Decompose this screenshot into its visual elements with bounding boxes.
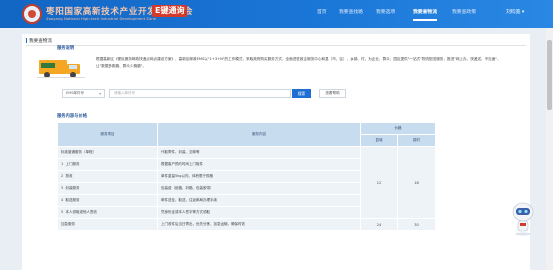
nav-policy[interactable]: 我要查政策 <box>452 8 476 15</box>
service-badge: E键通询 <box>152 5 188 17</box>
col-header-price: 价格 <box>360 122 436 135</box>
intro-text: 根据高新区《便民服务邮政快递点网点建设方案》，高新区邮政EMS以"1+3+N"的… <box>96 57 501 68</box>
table-row: 标准普通服务（单程） 代取寄件、封装、交邮等 12 18 <box>57 146 436 219</box>
row-item: 加急服务 <box>57 218 158 231</box>
row-town-price: 30 <box>397 218 436 231</box>
nav-find-road[interactable]: 我要查找路 <box>339 8 363 15</box>
row-content: 根据客户预约时间上门取件 <box>157 158 361 171</box>
row-town-price: 18 <box>397 146 436 219</box>
site-header: 枣阳国家高新技术产业开发区管委会 Zaoyang National High-t… <box>0 0 553 28</box>
tracking-type-select[interactable]: EMS邮件号 ▾ <box>62 89 105 98</box>
col-header-content: 服务内容 <box>157 122 361 147</box>
row-item: 标准普通服务（单程） <box>57 146 158 159</box>
row-content: 凭身份证或本人签字等方式领取 <box>157 206 361 219</box>
tracking-number-input[interactable]: 请输入邮件号 <box>109 89 291 98</box>
row-content: 邮件送至、取送、往返邮局办理手续 <box>157 194 361 207</box>
divider <box>26 45 526 46</box>
search-button[interactable]: 搜索 <box>292 89 311 98</box>
row-content: 单件重量5kg以内、体积限于规格 <box>157 170 361 183</box>
site-logo-icon[interactable] <box>22 4 42 24</box>
row-zone-price: 24 <box>360 218 398 231</box>
row-item: 1 上门服务 <box>57 158 158 171</box>
delivery-van-icon <box>37 60 85 78</box>
nav-home[interactable]: 首页 <box>317 8 327 15</box>
row-content: 上门收件后当日寄出，优先分拣、加急运输，确保时效 <box>157 218 361 231</box>
assistant-robot-icon[interactable] <box>510 200 536 236</box>
row-item: 5 本人领取或他人签收 <box>57 206 158 219</box>
row-content: 代取寄件、封装、交邮等 <box>157 146 361 159</box>
intro-heading: 服务说明 <box>57 46 75 51</box>
price-table: 服务项目 服务内容 价格 县城 镇村 标准普通服务（单程） 代取寄件、封装、交邮… <box>57 122 436 231</box>
row-item: 3 封装服务 <box>57 182 158 195</box>
nav-logistics[interactable]: 我要查物流 <box>413 8 437 21</box>
select-value: EMS邮件号 <box>66 91 84 95</box>
col-header-item: 服务项目 <box>57 122 158 147</box>
nav-options[interactable]: 我要选项 <box>376 8 395 15</box>
row-zone-price: 12 <box>360 146 398 219</box>
user-menu[interactable]: 刘钧宽 ▾ <box>506 8 524 15</box>
col-header-town: 镇村 <box>397 134 436 147</box>
row-content: 包装费（纸箱、封箱、包装胶带） <box>157 182 361 195</box>
scrollbar-thumb[interactable] <box>547 40 552 110</box>
col-header-zone: 县城 <box>360 134 398 147</box>
site-subtitle: Zaoyang National High-tech Industrial De… <box>46 16 156 21</box>
table-row: 加急服务 上门收件后当日寄出，优先分拣、加急运输，确保时效 24 30 <box>57 218 436 231</box>
row-item: 2 揽收 <box>57 170 158 183</box>
table-heading: 服务内容与价格 <box>57 114 88 119</box>
row-item: 4 取送服务 <box>57 194 158 207</box>
chevron-down-icon: ▾ <box>99 92 101 96</box>
help-button[interactable]: 查看帮助 <box>319 89 346 98</box>
page-title: 我要查物流 <box>26 38 52 44</box>
